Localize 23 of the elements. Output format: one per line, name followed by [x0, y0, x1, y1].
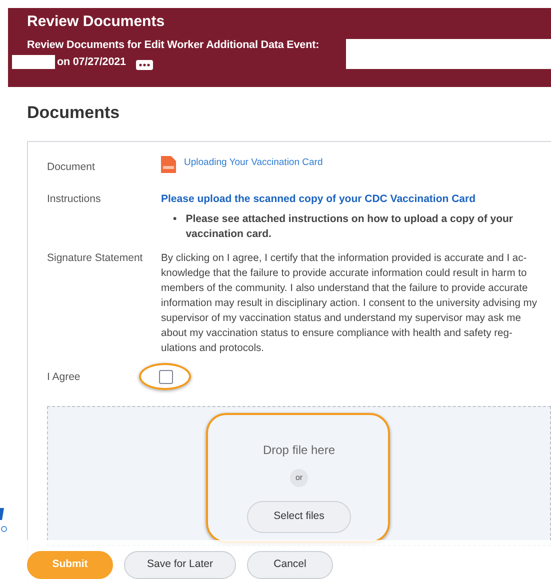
pdf-file-icon[interactable]	[161, 156, 176, 173]
instruction-bullet: Please see attached instructions on how to upload a copy of your vaccination card.	[186, 212, 514, 242]
drop-prompt: Drop file here	[262, 442, 336, 459]
event-subtitle: Review Documents for Edit Worker Additional Data Event:	[27, 39, 320, 51]
more-icon[interactable]	[136, 57, 153, 68]
field-label: I Agree	[47, 370, 82, 386]
page-title: Review Documents	[27, 14, 166, 30]
footer-button[interactable]: Save for Later	[124, 551, 236, 579]
field-label: Signature Statement	[47, 251, 144, 266]
or-separator: or	[290, 468, 308, 487]
document-link[interactable]: Uploading Your Vaccination Card	[184, 156, 323, 170]
footer-button[interactable]: Cancel	[247, 551, 333, 579]
bullet-marker: •	[173, 212, 177, 228]
instructions-heading: Please upload the scanned copy of your CDC Vaccination Card	[161, 192, 476, 206]
section-heading: Documents	[27, 103, 121, 123]
redaction-block	[12, 55, 55, 70]
signature-statement: By clicking on I agree, I certify that the information provided is accurate and I ac-knowledge that the failure to provide accurate information could result in harm to members of the community. I also understand that the failure to provide accurate information may result in disciplinary action. I consent to the university advising my supervisor of my vaccination status and understand my supervisor may ask me about my vaccination status to ensure compliance with health and safety reg-ulations and protocols.	[161, 252, 538, 356]
field-label: Document	[47, 160, 96, 175]
field-label: Instructions	[47, 192, 102, 207]
logo-icon	[0, 508, 8, 532]
select-files-button[interactable]: Select files	[247, 500, 351, 533]
agree-checkbox[interactable]	[159, 370, 173, 384]
event-date: on 07/27/2021	[57, 56, 126, 68]
